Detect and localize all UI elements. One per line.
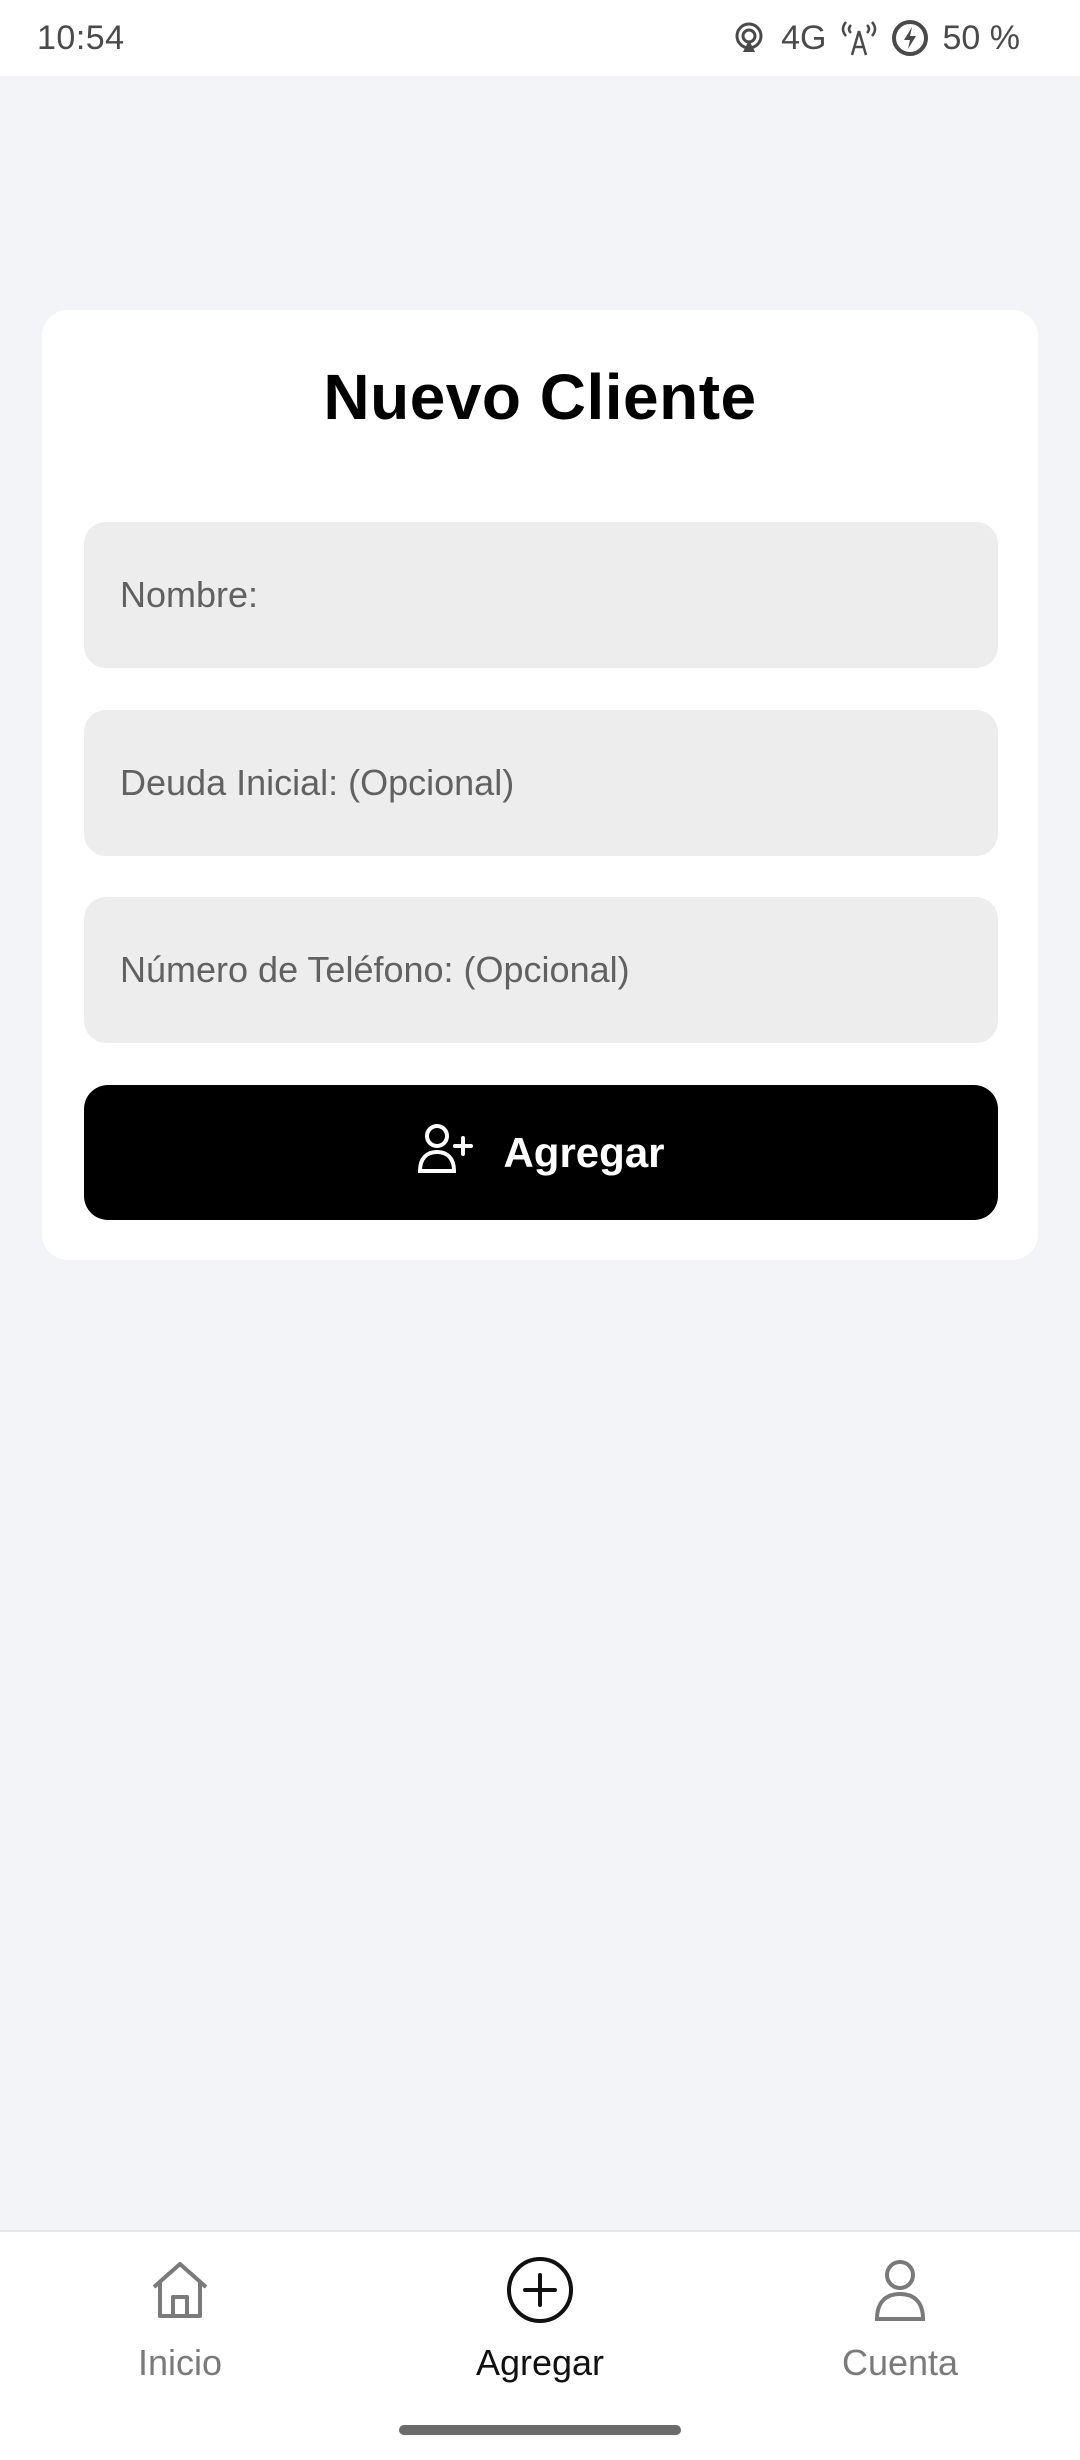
- home-icon: [149, 2252, 211, 2328]
- nav-label-inicio: Inicio: [137, 2342, 223, 2383]
- signal-tower-icon: [841, 19, 877, 57]
- network-type: 4G: [781, 18, 827, 57]
- nav-item-cuenta[interactable]: Cuenta: [770, 2252, 1030, 2422]
- add-button-label: Agregar: [503, 1128, 665, 1176]
- nav-item-agregar[interactable]: Agregar: [410, 2252, 670, 2422]
- plus-circle-icon: [505, 2252, 575, 2328]
- status-icons: 4G 50 %: [731, 19, 1020, 58]
- nav-item-inicio[interactable]: Inicio: [50, 2252, 310, 2422]
- hotspot-icon: [731, 20, 767, 56]
- status-bar: 10:54 4G 50 %: [0, 0, 1080, 76]
- nav-label-cuenta: Cuenta: [841, 2342, 959, 2383]
- status-time: 10:54: [37, 18, 125, 57]
- phone-number-input[interactable]: [84, 897, 998, 1043]
- name-input[interactable]: [84, 522, 998, 668]
- new-client-card: Nuevo Cliente Agregar: [42, 310, 1038, 1260]
- page-title: Nuevo Cliente: [323, 361, 757, 433]
- initial-debt-input[interactable]: [84, 710, 998, 856]
- battery-percent: 50 %: [942, 18, 1021, 57]
- add-client-button[interactable]: Agregar: [84, 1085, 998, 1220]
- user-plus-icon: [417, 1122, 477, 1184]
- battery-saver-icon: [891, 19, 929, 57]
- home-indicator: [399, 2425, 681, 2435]
- nav-label-agregar: Agregar: [475, 2342, 605, 2383]
- user-icon: [873, 2252, 927, 2328]
